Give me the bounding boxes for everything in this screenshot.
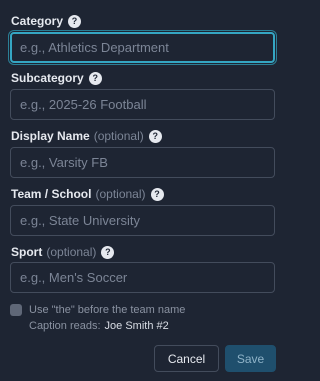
team-school-label: Team / School (optional) ? bbox=[11, 186, 164, 202]
save-button[interactable]: Save bbox=[225, 345, 276, 372]
sport-optional-tag: (optional) bbox=[46, 245, 97, 259]
subcategory-label-text: Subcategory bbox=[11, 71, 84, 85]
team-school-input[interactable] bbox=[10, 205, 275, 236]
team-school-label-text: Team / School bbox=[11, 187, 92, 201]
team-school-help-icon[interactable]: ? bbox=[150, 187, 164, 201]
display-name-input[interactable] bbox=[10, 147, 275, 178]
sport-input[interactable] bbox=[10, 262, 275, 293]
category-help-icon[interactable]: ? bbox=[68, 14, 82, 28]
caption-preview-label: Caption reads: bbox=[29, 320, 101, 332]
category-label: Category ? bbox=[11, 13, 82, 29]
sport-help-icon[interactable]: ? bbox=[101, 245, 115, 259]
category-input[interactable] bbox=[10, 32, 275, 63]
display-name-label: Display Name (optional) ? bbox=[11, 128, 162, 144]
display-name-help-icon[interactable]: ? bbox=[148, 129, 162, 143]
caption-preview: Caption reads: Joe Smith #2 bbox=[29, 320, 169, 332]
sport-label-text: Sport bbox=[11, 245, 43, 259]
use-the-label: Use "the" before the team name bbox=[29, 303, 186, 316]
use-the-option[interactable]: Use "the" before the team name bbox=[10, 302, 185, 317]
subcategory-input[interactable] bbox=[10, 89, 275, 120]
subcategory-help-icon[interactable]: ? bbox=[88, 71, 102, 85]
team-caption-form: Category ? Subcategory ? Display Name (o… bbox=[0, 0, 285, 381]
cancel-button[interactable]: Cancel bbox=[154, 345, 219, 372]
subcategory-label: Subcategory ? bbox=[11, 70, 102, 86]
display-name-optional-tag: (optional) bbox=[93, 129, 144, 143]
caption-preview-value: Joe Smith #2 bbox=[104, 320, 169, 332]
sport-label: Sport (optional) ? bbox=[11, 244, 115, 260]
team-school-optional-tag: (optional) bbox=[95, 187, 146, 201]
display-name-label-text: Display Name bbox=[11, 129, 90, 143]
use-the-checkbox[interactable] bbox=[10, 303, 22, 316]
category-label-text: Category bbox=[11, 14, 64, 28]
